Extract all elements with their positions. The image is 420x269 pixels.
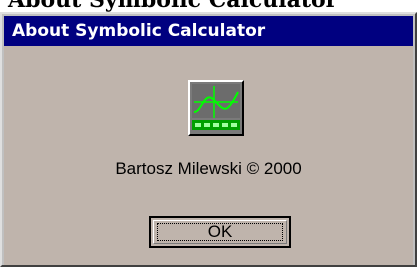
ok-button-label: OK: [207, 222, 233, 241]
dialog-body: Bartosz Milewski © 2000 OK: [4, 46, 413, 265]
about-dialog: About Symbolic Calculator Bartosz Milews…: [0, 12, 417, 267]
title-bar[interactable]: About Symbolic Calculator: [4, 16, 413, 46]
ok-button[interactable]: OK: [149, 216, 291, 248]
background-heading-strip: About Symbolic Calculator: [0, 0, 420, 12]
background-heading: About Symbolic Calculator: [8, 0, 337, 12]
graph-icon: [188, 80, 244, 136]
ok-button-focus: OK: [157, 222, 283, 241]
copyright-text: Bartosz Milewski © 2000: [115, 159, 302, 178]
window-title: About Symbolic Calculator: [12, 21, 266, 41]
